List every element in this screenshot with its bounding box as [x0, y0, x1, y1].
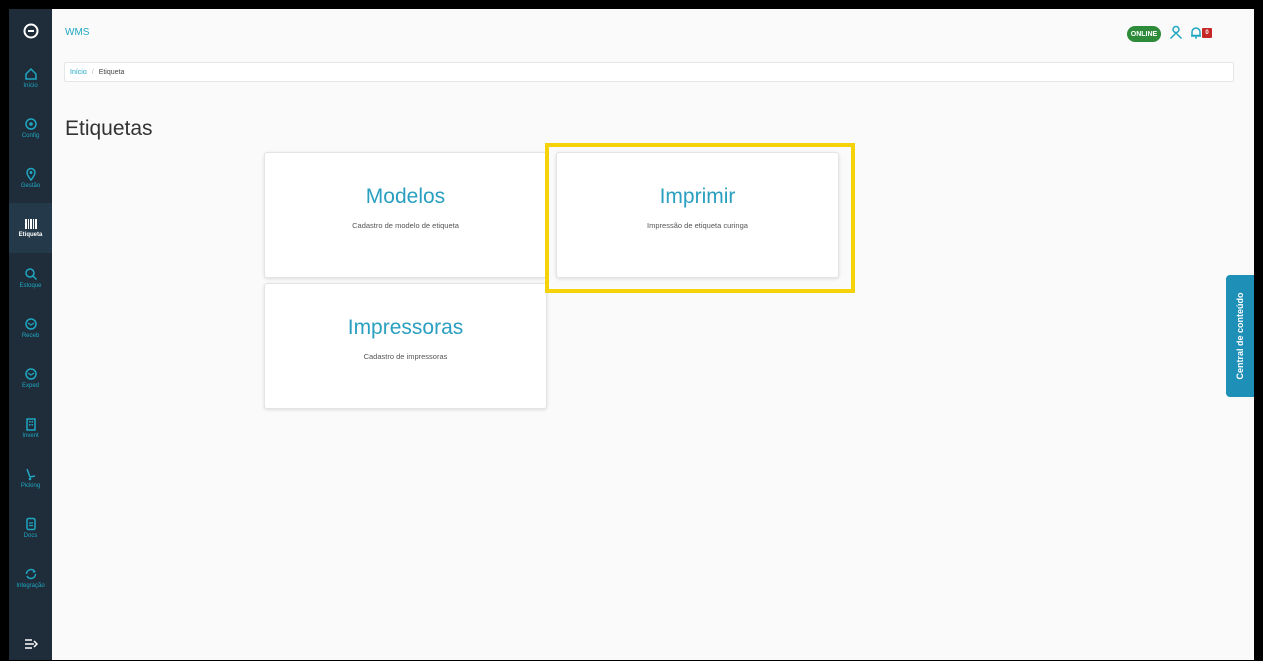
status-badge: ONLINE [1127, 26, 1161, 42]
sidebar-item-exped[interactable]: Exped [9, 353, 52, 403]
card-subtitle: Cadastro de modelo de etiqueta [352, 221, 459, 230]
logo-icon[interactable] [9, 9, 52, 53]
breadcrumb-current: Etiqueta [98, 68, 125, 76]
sync-icon [25, 568, 36, 580]
page-title: Etiquetas [65, 117, 153, 141]
sidebar-item-label: Início [23, 83, 38, 89]
sidebar-item-estoque[interactable]: Estoque [9, 253, 52, 303]
sidebar-item-label: Exped [21, 383, 39, 389]
card-title: Imprimir [659, 185, 736, 208]
card-imprimir[interactable]: Imprimir Impressão de etiqueta curinga [556, 152, 839, 278]
sidebar-item-label: Integração [16, 583, 45, 589]
card-modelos[interactable]: Modelos Cadastro de modelo de etiqueta [264, 152, 547, 278]
hand-cart-icon [25, 468, 35, 481]
barcode-icon [24, 219, 37, 229]
document-icon [25, 517, 36, 531]
box-icon [24, 318, 37, 330]
top-bar: WMS [52, 9, 1254, 45]
sidebar-item-gestao[interactable]: Gestão [9, 153, 52, 203]
sidebar-item-label: Etiqueta [18, 232, 43, 238]
app-title: WMS [65, 27, 90, 38]
side-tab-label: Central de conteúdo [1235, 292, 1245, 380]
building-icon [25, 418, 36, 431]
sidebar-item-label: Config [21, 133, 40, 139]
card-subtitle: Cadastro de impressoras [363, 352, 448, 361]
breadcrumb-separator: / [91, 68, 94, 76]
sidebar-item-etiqueta[interactable]: Etiqueta [9, 203, 52, 253]
central-de-conteudo-tab[interactable]: Central de conteúdo [1226, 275, 1254, 397]
sidebar: Início Config Gestão Etiqueta Estoque Re… [9, 9, 52, 660]
app-window: Início Config Gestão Etiqueta Estoque Re… [9, 9, 1254, 660]
sidebar-item-receb[interactable]: Receb [9, 303, 52, 353]
sidebar-item-label: Picking [20, 483, 41, 489]
sidebar-item-label: Docs [23, 533, 38, 539]
sidebar-item-label: Invent [22, 433, 39, 439]
card-subtitle: Impressão de etiqueta curinga [647, 221, 748, 230]
sidebar-item-label: Gestão [20, 183, 41, 189]
sidebar-item-config[interactable]: Config [9, 103, 52, 153]
card-title: Modelos [365, 185, 446, 208]
user-icon[interactable] [1169, 25, 1183, 44]
sidebar-item-docs[interactable]: Docs [9, 503, 52, 553]
sidebar-item-inicio[interactable]: Início [9, 53, 52, 103]
sidebar-item-invent[interactable]: Invent [9, 403, 52, 453]
bell-icon[interactable] [1189, 25, 1203, 44]
box-icon [24, 368, 37, 380]
sidebar-item-label: Estoque [19, 283, 42, 289]
breadcrumb-home[interactable]: Início [70, 69, 87, 76]
card-impressoras[interactable]: Impressoras Cadastro de impressoras [264, 283, 547, 409]
sidebar-item-integracao[interactable]: Integração [9, 553, 52, 603]
home-icon [24, 67, 37, 80]
notification-badge: 0 [1202, 28, 1212, 38]
gear-icon [24, 118, 37, 130]
breadcrumb: Início / Etiqueta [64, 62, 1234, 82]
expand-sidebar-icon[interactable] [9, 628, 52, 660]
sidebar-item-picking[interactable]: Picking [9, 453, 52, 503]
card-title: Impressoras [347, 316, 464, 339]
location-pin-icon [25, 167, 36, 181]
sidebar-item-label: Receb [21, 333, 40, 339]
search-icon [24, 268, 37, 281]
